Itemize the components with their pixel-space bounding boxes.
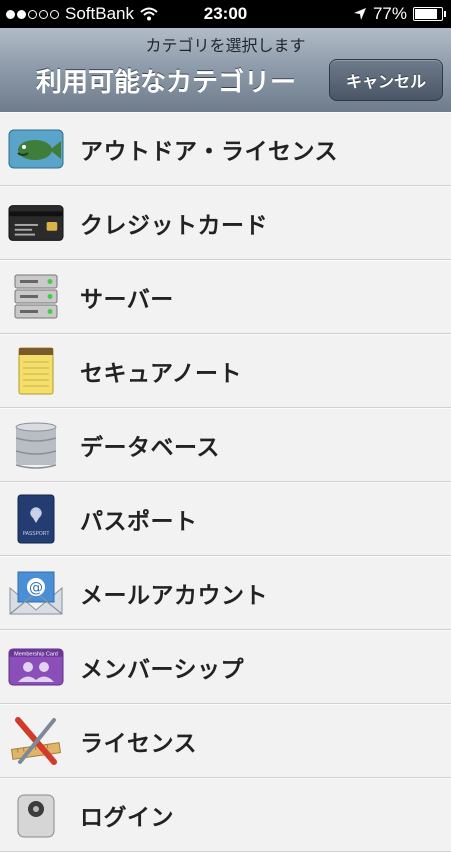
passport-icon: PASSPORT [8, 494, 64, 544]
battery-icon [413, 7, 446, 21]
category-label: データベース [80, 434, 220, 461]
list-item[interactable]: PASSPORT パスポート [0, 482, 451, 556]
location-arrow-icon [353, 8, 366, 20]
category-label: ライセンス [80, 730, 198, 757]
category-list: アウトドア・ライセンス クレジットカード サーバー セキュアノート データベース… [0, 112, 451, 852]
list-item[interactable]: クレジットカード [0, 186, 451, 260]
svg-text:@: @ [29, 580, 43, 596]
credit-card-icon [8, 198, 64, 248]
membership-icon-text: Membership Card [14, 651, 58, 657]
category-label: クレジットカード [80, 212, 268, 239]
list-item[interactable]: サーバー [0, 260, 451, 334]
license-tools-icon [8, 716, 64, 766]
status-bar: SoftBank 23:00 77% [0, 0, 451, 28]
nav-prompt: カテゴリを選択します [145, 36, 306, 55]
cancel-button[interactable]: キャンセル [329, 59, 443, 101]
list-item[interactable]: ログイン [0, 778, 451, 852]
fish-icon [8, 124, 64, 174]
database-icon [8, 420, 64, 470]
category-label: アウトドア・ライセンス [80, 138, 339, 165]
membership-card-icon: Membership Card [8, 642, 64, 692]
category-label: サーバー [80, 286, 174, 313]
notepad-icon [8, 346, 64, 396]
list-item[interactable]: @ メールアカウント [0, 556, 451, 630]
server-icon [8, 272, 64, 322]
page-title: 利用可能なカテゴリー [36, 68, 297, 98]
login-icon [8, 790, 64, 840]
list-item[interactable]: データベース [0, 408, 451, 482]
status-right: 77% [353, 4, 446, 24]
passport-icon-text: PASSPORT [23, 531, 50, 537]
navigation-bar: カテゴリを選択します 利用可能なカテゴリー キャンセル [0, 28, 451, 113]
category-label: メールアカウント [80, 582, 268, 609]
category-label: ログイン [80, 804, 174, 831]
category-label: セキュアノート [80, 360, 242, 387]
category-label: パスポート [80, 508, 198, 535]
category-label: メンバーシップ [80, 656, 245, 683]
list-item[interactable]: セキュアノート [0, 334, 451, 408]
list-item[interactable]: Membership Card メンバーシップ [0, 630, 451, 704]
list-item[interactable]: アウトドア・ライセンス [0, 112, 451, 186]
battery-percentage: 77% [372, 4, 407, 23]
list-item[interactable]: ライセンス [0, 704, 451, 778]
mail-icon: @ [8, 568, 64, 618]
